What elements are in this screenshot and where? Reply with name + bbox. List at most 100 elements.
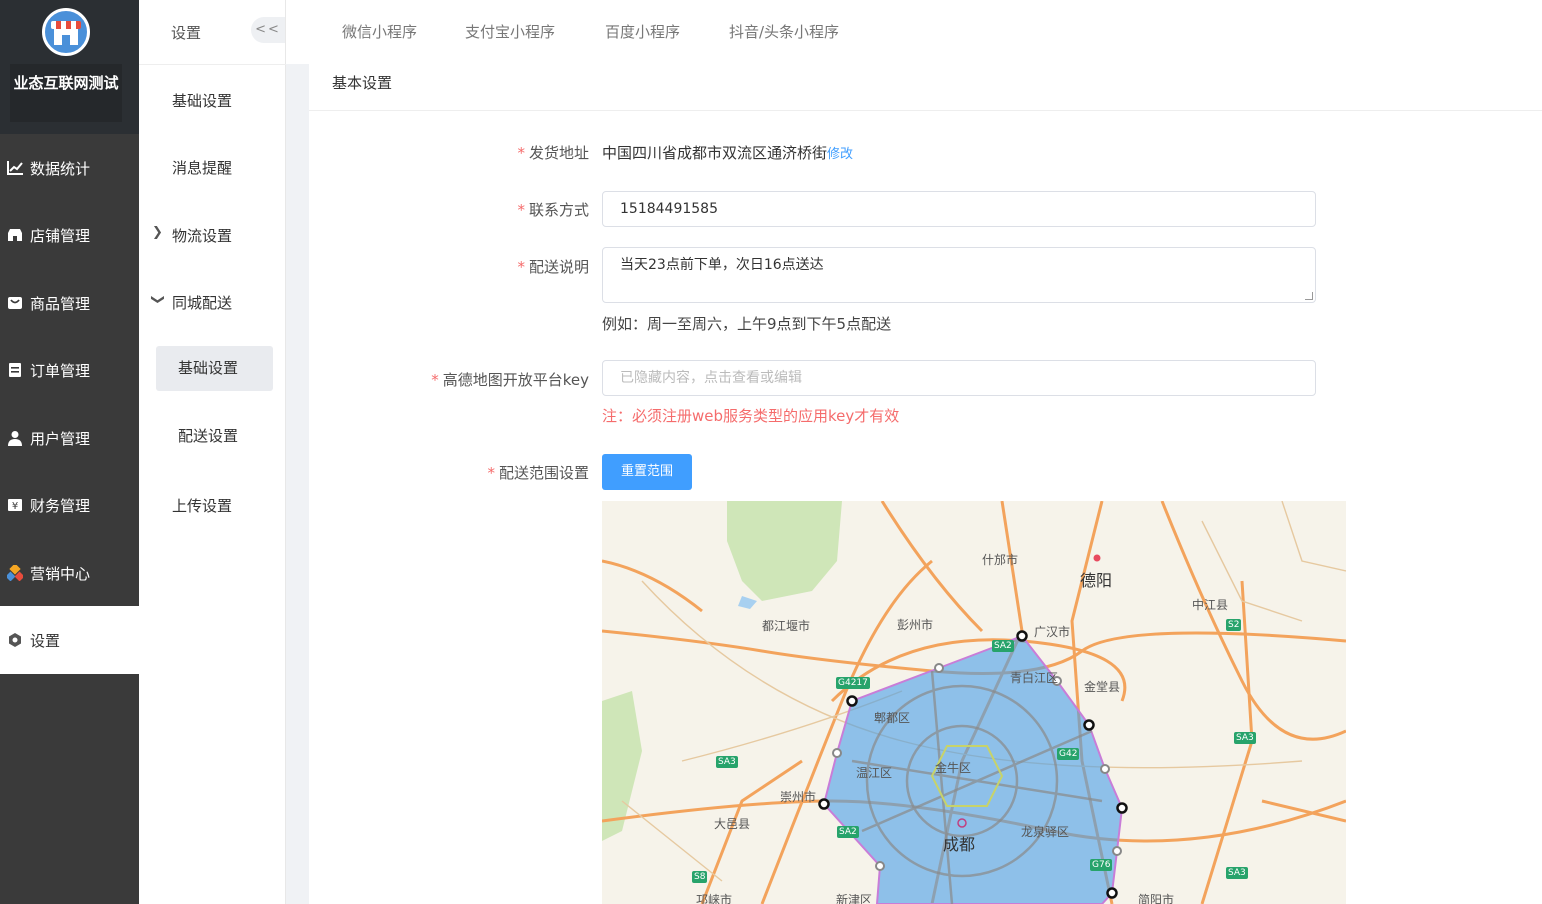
road-shield: SA3 (1226, 867, 1248, 879)
map-label: 中江县 (1192, 598, 1229, 612)
required-mark: * (487, 464, 495, 482)
brand-area: 业态互联网测试 (0, 0, 139, 134)
road-shield: SA2 (992, 640, 1014, 652)
goods-icon (6, 294, 24, 312)
nav-label: 订单管理 (30, 361, 91, 380)
submenu-label: 同城配送 (172, 294, 233, 312)
collapse-button[interactable]: << (251, 17, 285, 43)
tab-alipay[interactable]: 支付宝小程序 (465, 21, 555, 42)
nav-item-store[interactable]: 店铺管理 (0, 201, 139, 269)
nav-item-orders[interactable]: 订单管理 (0, 336, 139, 404)
map-label: 崇州市 (780, 790, 817, 804)
contact-input[interactable]: 15184491585 (602, 191, 1316, 227)
map-label: 龙泉驿区 (1021, 825, 1070, 839)
road-shield: S2 (1226, 619, 1242, 631)
finance-icon: ¥ (6, 496, 24, 514)
label-text: 配送说明 (528, 258, 589, 276)
tab-douyin[interactable]: 抖音/头条小程序 (729, 21, 839, 42)
label-text: 配送范围设置 (498, 464, 589, 482)
map-label: 都江堰市 (762, 619, 811, 633)
road-shield: G4217 (836, 677, 870, 689)
address-text: 中国四川省成都市双流区通济桥街 (602, 144, 828, 162)
submenu-item-basic[interactable]: 基础设置 (172, 90, 232, 111)
divider (309, 110, 1542, 111)
nav-label: 用户管理 (30, 429, 91, 448)
submenu-item-local-delivery[interactable]: ❯ 同城配送 (150, 292, 233, 313)
nav-label: 设置 (30, 631, 61, 650)
nav-item-finance[interactable]: ¥ 财务管理 (0, 471, 139, 539)
label-text: 发货地址 (528, 144, 589, 162)
map-label: 简阳市 (1138, 893, 1175, 904)
contact-label: * 联系方式 (517, 199, 589, 220)
required-mark: * (517, 144, 525, 162)
edit-address-link[interactable]: 修改 (827, 147, 853, 162)
delivery-desc-hint: 例如：周一至周六，上午9点到下午5点配送 (602, 315, 892, 333)
submenu-item-message[interactable]: 消息提醒 (172, 157, 232, 178)
delivery-desc-textarea[interactable]: 当天23点前下单，次日16点送达 (602, 247, 1316, 303)
nav-item-users[interactable]: 用户管理 (0, 404, 139, 472)
settings-icon (6, 631, 24, 649)
map-label: 新津区 (836, 893, 873, 904)
map-label: 金堂县 (1084, 680, 1121, 694)
map-label: 温江区 (856, 766, 893, 780)
map-label: 邛崃市 (696, 893, 733, 904)
submenu-item-upload[interactable]: 上传设置 (172, 495, 232, 516)
map-label: 什邡市 (982, 553, 1019, 567)
address-value: 中国四川省成都市双流区通济桥街修改 (602, 142, 853, 163)
map-label: 成都 (943, 835, 976, 854)
submenu-title: 设置 (171, 24, 202, 42)
amap-key-label: * 高德地图开放平台key (431, 369, 589, 390)
store-icon (6, 226, 24, 244)
submenu-item-logistics[interactable]: ❯ 物流设置 (152, 225, 233, 246)
resize-handle-icon[interactable] (1305, 292, 1313, 300)
map-label: 广汉市 (1034, 625, 1071, 639)
reset-range-button[interactable]: 重置范围 (602, 454, 692, 490)
user-icon (6, 429, 24, 447)
svg-text:¥: ¥ (12, 501, 18, 512)
marketing-icon (6, 564, 24, 582)
map-label: 郫都区 (874, 711, 911, 725)
delivery-range-label: * 配送范围设置 (487, 462, 589, 483)
map-label: 金牛区 (935, 761, 972, 775)
submenu-label: 物流设置 (172, 227, 233, 245)
textarea-value: 当天23点前下单，次日16点送达 (620, 257, 824, 273)
map-label: 德阳 (1080, 571, 1113, 590)
section-title: 基本设置 (332, 74, 393, 92)
tab-wechat[interactable]: 微信小程序 (342, 21, 417, 42)
amap-key-warning: 注：必须注册web服务类型的应用key才有效 (602, 407, 900, 425)
nav-label: 店铺管理 (30, 226, 91, 245)
road-shield: SA3 (1234, 732, 1256, 744)
map-label: 彭州市 (897, 618, 934, 632)
address-label: * 发货地址 (517, 142, 589, 163)
nav-item-settings[interactable]: 设置 (0, 606, 139, 674)
settings-submenu: 设置 << 基础设置 消息提醒 ❯ 物流设置 ❯ 同城配送 基础设置 配送设置 … (139, 0, 286, 904)
required-mark: * (517, 258, 525, 276)
submenu-child-delivery[interactable]: 配送设置 (156, 414, 273, 459)
main-sidebar: 业态互联网测试 数据统计 店铺管理 商品管理 订单管理 用户管理 ¥ 财务管理 … (0, 0, 139, 904)
store-logo-icon (42, 8, 90, 56)
platform-tabs: 微信小程序 支付宝小程序 百度小程序 抖音/头条小程序 (286, 0, 1542, 64)
nav-label: 营销中心 (30, 564, 91, 583)
road-shield: G76 (1090, 859, 1113, 871)
road-shield: SA3 (716, 756, 738, 768)
map-label: 大邑县 (714, 817, 751, 831)
chart-icon (6, 159, 24, 177)
required-mark: * (517, 201, 525, 219)
main-content: 基本设置 * 发货地址 中国四川省成都市双流区通济桥街修改 * 联系方式 15184… (309, 64, 1542, 904)
nav-label: 数据统计 (30, 159, 91, 178)
road-shield: G42 (1057, 748, 1080, 760)
tab-baidu[interactable]: 百度小程序 (605, 21, 680, 42)
amap-key-input[interactable]: 已隐藏内容，点击查看或编辑 (602, 360, 1316, 396)
road-shield: S8 (692, 871, 708, 883)
chevron-down-icon: ❯ (149, 294, 165, 305)
road-shield: SA2 (837, 826, 859, 838)
nav-item-marketing[interactable]: 营销中心 (0, 539, 139, 607)
order-icon (6, 361, 24, 379)
submenu-child-basic[interactable]: 基础设置 (156, 346, 273, 391)
label-text: 联系方式 (528, 201, 589, 219)
brand-name: 业态互联网测试 (10, 64, 122, 122)
nav-item-data-stats[interactable]: 数据统计 (0, 134, 139, 202)
delivery-desc-label: * 配送说明 (517, 256, 589, 277)
delivery-range-map[interactable]: 德阳 什邡市 中江县 都江堰市 彭州市 广汉市 青白江区 金堂县 郫都区 温江区… (602, 501, 1346, 904)
nav-item-goods[interactable]: 商品管理 (0, 269, 139, 337)
